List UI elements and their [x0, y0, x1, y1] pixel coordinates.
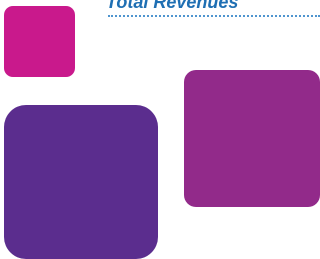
- magenta-square: [4, 6, 75, 77]
- indigo-square: [4, 105, 158, 259]
- section-heading: Total Revenues: [106, 0, 239, 12]
- slide-canvas: Total Revenues: [0, 0, 320, 259]
- plum-square: [184, 70, 320, 207]
- heading-underline: [108, 15, 320, 17]
